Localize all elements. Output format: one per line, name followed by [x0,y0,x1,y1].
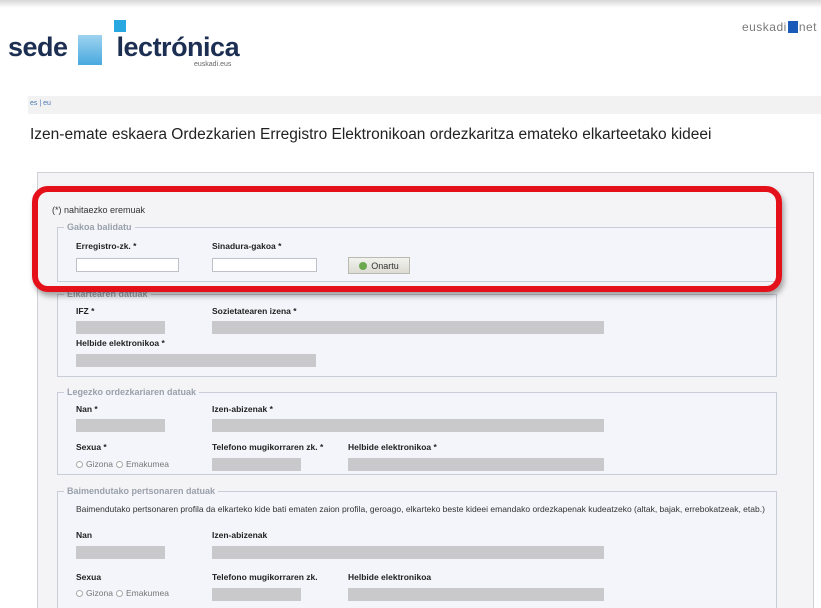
female-radio-label: Emakumea [125,459,169,469]
logo-e-box [78,35,102,65]
authorized-male-radio[interactable] [76,589,83,597]
logo-word-electronica: electrónica [102,32,240,63]
signature-key-label: Sinadura-gakoa * [212,241,282,251]
registry-number-label: Erregistro-zk. * [76,241,137,251]
accept-button[interactable]: Onartu [348,257,410,274]
authorized-email-label: Helbide elektronikoa [348,572,432,582]
legal-representative-legend: Legezko ordezkariaren datuak [67,387,197,397]
legal-rep-email-label: Helbide elektronikoa * [348,442,437,452]
logo-word-sede: sede [8,32,68,62]
header: sede electrónica euskadi.eus euskadi net [0,0,821,80]
signature-key-input[interactable] [212,258,317,272]
legal-rep-sex-radios: Gizona Emakumea [76,459,169,469]
check-circle-icon [359,261,368,270]
authorized-sex-radios: Gizona Emakumea [76,588,169,598]
accept-button-label: Onartu [371,260,399,271]
legal-rep-email-field[interactable] [348,458,604,471]
association-email-label: Helbide elektronikoa * [76,338,165,348]
language-links: es | eu [30,100,51,107]
nif-label: IFZ * [76,306,95,316]
key-validation-fieldset: Gakoa balidatu [57,222,777,282]
authorized-female-radio[interactable] [115,589,123,597]
key-validation-legend: Gakoa balidatu [67,222,132,232]
page-title: Izen-emate eskaera Ordezkarien Erregistr… [30,126,712,143]
logo-dot [114,20,126,32]
authorized-email-field[interactable] [348,588,604,601]
authorized-phone-label: Telefono mugikorraren zk. [212,572,318,582]
company-name-label: Sozietatearen izena * [212,306,297,316]
logo-word-rest: lectrónica [116,32,240,62]
sede-electronica-logo[interactable]: sede electrónica euskadi.eus [8,18,248,70]
lang-es-link[interactable]: es [30,100,37,107]
logo-subtitle: euskadi.eus [194,61,232,68]
authorized-description: Baimendutako pertsonaren profila da elka… [76,504,765,514]
lang-separator: | [39,100,42,107]
association-legend: Elkartearen datuak [67,289,148,299]
legal-rep-id-label: Nan * [76,404,98,414]
female-radio[interactable] [115,460,123,468]
legal-rep-id-field[interactable] [76,419,165,432]
legal-rep-name-label: Izen-abizenak * [212,404,273,414]
legal-rep-name-field[interactable] [212,419,604,432]
lang-eu-link[interactable]: eu [43,100,51,107]
male-radio-label: Gizona [86,459,113,469]
euskadi-net-logo[interactable]: euskadi net [742,20,817,34]
euskadi-prefix: euskadi [741,20,787,34]
nif-field[interactable] [76,321,165,334]
legal-rep-phone-field[interactable] [212,458,301,471]
authorized-female-label: Emakumea [125,588,169,598]
euskadi-flag-icon [787,21,798,33]
legal-rep-phone-label: Telefono mugikorraren zk. * [212,442,324,452]
authorized-male-label: Gizona [86,588,113,598]
authorized-person-legend: Baimendutako pertsonaren datuak [67,486,216,496]
authorized-id-label: Nan [76,530,93,540]
language-strip [28,96,821,114]
euskadi-suffix: net [798,20,817,34]
authorized-name-label: Izen-abizenak [212,530,268,540]
legal-rep-sex-label: Sexua * [76,442,107,452]
logo-e-letter: e [102,32,117,62]
authorized-phone-field[interactable] [212,588,301,601]
association-email-field[interactable] [76,354,316,367]
male-radio[interactable] [76,460,83,468]
authorized-id-field[interactable] [76,546,165,559]
authorized-sex-label: Sexua [76,572,102,582]
authorized-name-field[interactable] [212,546,604,559]
company-name-field[interactable] [212,321,604,334]
required-note: (*) nahitaezko eremuak [52,205,146,215]
registry-number-input[interactable] [76,258,179,272]
